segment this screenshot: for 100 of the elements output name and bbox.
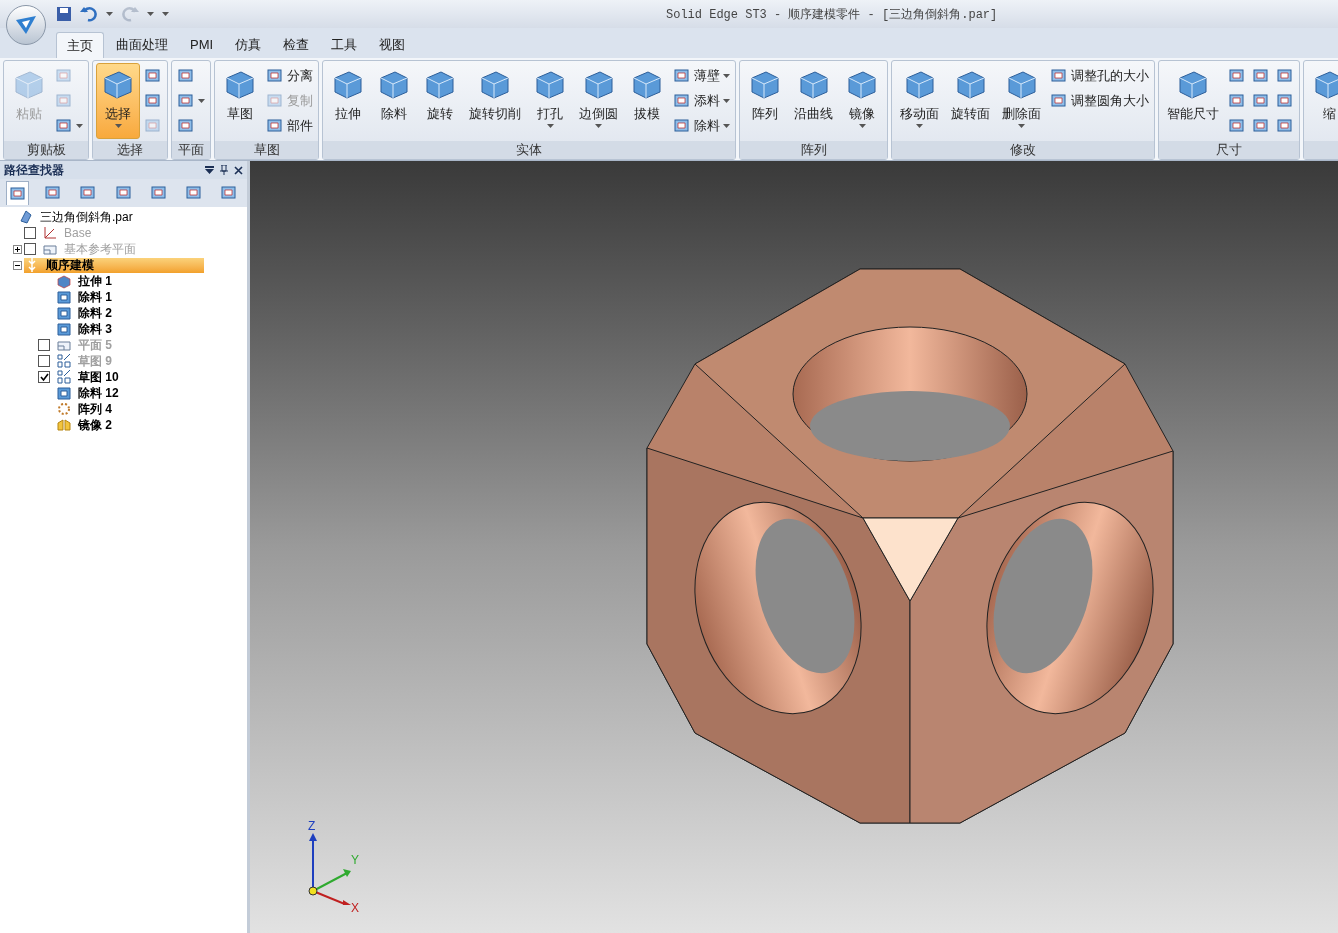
ribbon-button[interactable]: 选择 (96, 63, 140, 139)
expander[interactable] (12, 244, 22, 254)
csys-icon (42, 225, 58, 241)
tree-item[interactable]: 顺序建模 (24, 257, 204, 273)
ribbon-button[interactable]: 草图 (218, 63, 262, 139)
caret-icon (858, 123, 866, 128)
ribbon-tab[interactable]: 检查 (273, 32, 320, 58)
ribbon-tab[interactable]: 主页 (56, 32, 104, 58)
checkbox[interactable] (38, 371, 50, 383)
tree-item[interactable]: 除料 3 (56, 321, 118, 337)
view-icon (79, 184, 98, 202)
caret-icon (76, 123, 83, 128)
caret-icon (147, 12, 154, 16)
ribbon-button[interactable]: 旋转面 (946, 63, 995, 139)
cutout-icon (56, 289, 72, 305)
tree-item[interactable]: 草图 10 (56, 369, 125, 385)
tool-icon (1228, 66, 1246, 85)
cutout-icon (56, 305, 72, 321)
ribbon-button[interactable]: 缩 (1307, 63, 1338, 139)
ribbon-button[interactable]: 部件 (264, 113, 315, 138)
tool-icon (177, 91, 195, 110)
ribbon-button[interactable]: 调整圆角大小 (1048, 88, 1151, 113)
dropdown-icon[interactable] (205, 166, 214, 174)
tool-icon (55, 91, 73, 110)
ribbon-tab[interactable]: 曲面处理 (106, 32, 178, 58)
checkbox[interactable] (38, 339, 50, 351)
ribbon-button[interactable]: 旋转 (418, 63, 462, 139)
mirror-icon (56, 417, 72, 433)
caret-icon (162, 12, 169, 16)
ribbon-button[interactable]: 旋转切削 (464, 63, 526, 139)
ribbon-button[interactable]: 添料 (671, 88, 732, 113)
ribbon-tab[interactable]: 视图 (369, 32, 416, 58)
tree-item[interactable]: 除料 1 (56, 289, 118, 305)
tree-item[interactable]: 三边角倒斜角.par (18, 209, 139, 225)
undo-icon[interactable] (80, 6, 98, 22)
tool-icon (1228, 91, 1246, 110)
tool-icon (1252, 66, 1270, 85)
ribbon-tab[interactable]: 仿真 (225, 32, 272, 58)
tree-item[interactable]: 拉伸 1 (56, 273, 118, 289)
ribbon-button[interactable]: 拔模 (625, 63, 669, 139)
ribbon-button[interactable]: 薄壁 (671, 63, 732, 88)
ribbon-button[interactable]: 沿曲线 (789, 63, 838, 139)
tool-icon (266, 66, 284, 85)
ribbon-button[interactable]: 调整孔的大小 (1048, 63, 1151, 88)
ribbon-button[interactable]: 打孔 (528, 63, 572, 139)
tool-icon (673, 91, 691, 110)
view-icon (44, 184, 62, 202)
view-icon (114, 184, 133, 202)
ribbon-button[interactable]: 镜像 (840, 63, 884, 139)
checkbox[interactable] (38, 355, 50, 367)
pattern-icon (56, 401, 72, 417)
ribbon-tab[interactable]: PMI (180, 32, 224, 58)
tool-icon (177, 116, 195, 135)
close-icon[interactable] (234, 165, 243, 175)
caret-icon (546, 123, 554, 128)
ribbon-button[interactable]: 拉伸 (326, 63, 370, 139)
tool-icon (1252, 116, 1270, 135)
group-label: 平面 (178, 141, 204, 160)
ribbon-button[interactable]: 移动面 (895, 63, 944, 139)
ribbon-button[interactable]: 分离 (264, 63, 315, 88)
ribbon-button[interactable]: 除料 (671, 113, 732, 138)
group-label: 实体 (516, 141, 542, 160)
ribbon-button[interactable]: 边倒圆 (574, 63, 623, 139)
group-label: 草图 (253, 141, 280, 160)
tool-icon (1276, 66, 1294, 85)
caret-icon (723, 123, 730, 128)
tool-icon (1276, 91, 1294, 110)
group-label: 阵列 (800, 141, 827, 160)
tool-icon (673, 66, 691, 85)
tool-icon (1050, 91, 1068, 110)
tool-icon (55, 66, 73, 85)
group-label: 尺寸 (1216, 141, 1242, 160)
tree-item[interactable]: 阵列 4 (56, 401, 118, 417)
axis-label: Y (351, 852, 359, 869)
panel-title: 路径查找器 (4, 162, 64, 179)
tool-icon (673, 116, 691, 135)
ribbon-button[interactable]: 智能尺寸 (1162, 63, 1224, 139)
sketch-icon (56, 369, 72, 385)
tree-item[interactable]: 镜像 2 (56, 417, 118, 433)
ribbon-button[interactable]: 删除面 (997, 63, 1046, 139)
checkbox[interactable] (24, 243, 36, 255)
tool-icon (144, 66, 162, 85)
pin-icon[interactable] (220, 165, 228, 175)
tool-icon (1228, 116, 1246, 135)
axis-label: Z (308, 818, 316, 835)
view-icon (149, 184, 168, 202)
tool-icon (177, 66, 195, 85)
save-icon[interactable] (56, 6, 72, 22)
caret-icon (1018, 123, 1025, 128)
ribbon-tab[interactable]: 工具 (321, 32, 368, 58)
view-tab[interactable] (6, 181, 30, 205)
tree-item[interactable]: 除料 12 (56, 385, 125, 401)
ribbon-button[interactable]: 除料 (372, 63, 416, 139)
expander[interactable] (12, 260, 22, 270)
group-label: 修改 (1010, 141, 1036, 160)
tree-item[interactable]: 除料 2 (56, 305, 118, 321)
logo-icon (14, 14, 38, 36)
ribbon-button[interactable]: 阵列 (743, 63, 787, 139)
app-menu-button[interactable] (6, 5, 46, 45)
checkbox[interactable] (24, 227, 36, 239)
